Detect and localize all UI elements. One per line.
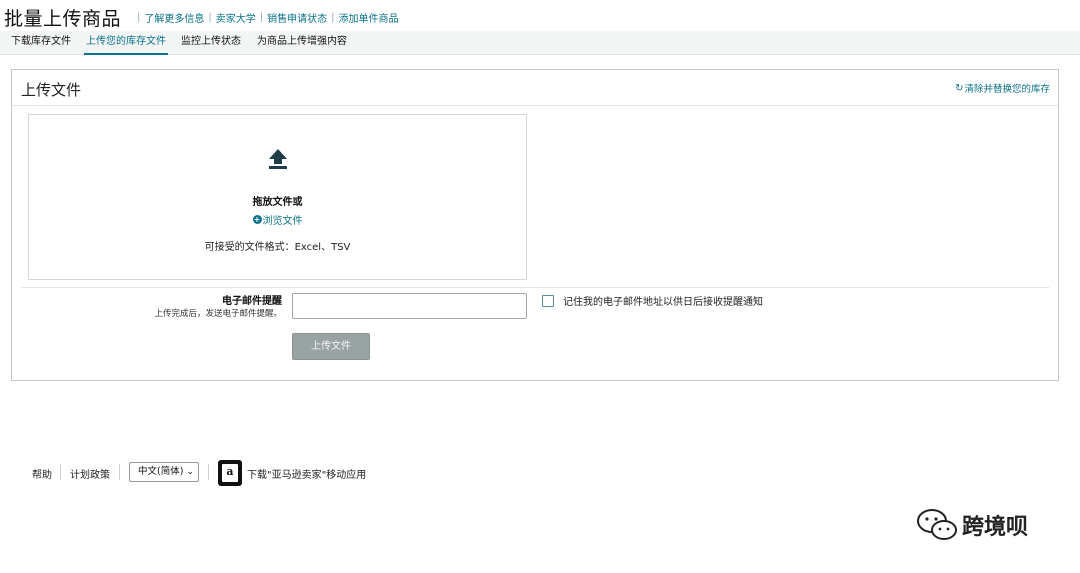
watermark-text: 跨境呗 xyxy=(962,515,1029,540)
clear-and-replace-link[interactable]: ↻ 清除并替换您的库存 xyxy=(955,81,1050,96)
upload-arrow-icon xyxy=(269,149,287,169)
tab-monitor-upload[interactable]: 监控上传状态 xyxy=(179,31,243,55)
link-separator: | xyxy=(137,11,141,23)
watermark: 跨境呗 xyxy=(916,508,1028,542)
checkbox-icon[interactable] xyxy=(542,294,554,307)
footer-separator xyxy=(119,464,120,480)
footer-policy-link[interactable]: 计划政策 xyxy=(70,466,110,481)
link-separator: | xyxy=(208,11,212,23)
drop-file-text: 拖放文件或 xyxy=(252,197,303,208)
download-app-link[interactable]: 下载"亚马逊卖家"移动应用 xyxy=(247,466,366,481)
add-single-product-link[interactable]: 添加单件商品 xyxy=(339,10,399,25)
plus-circle-icon: + xyxy=(252,215,262,224)
email-alert-help: 上传完成后，发送电子邮件提醒。 xyxy=(154,309,282,319)
file-dropzone[interactable]: 拖放文件或 + 浏览文件 可接受的文件格式：Excel、TSV xyxy=(28,114,527,280)
footer: 帮助 计划政策 中文(简体) ⌄ a 下载"亚马逊卖家"移动应用 xyxy=(0,460,1080,488)
seller-university-link[interactable]: 卖家大学 xyxy=(216,10,256,25)
link-separator: | xyxy=(331,11,335,23)
upload-file-card: 上传文件 ↻ 清除并替换您的库存 拖放文件或 + 浏览文件 可接受的文件格式：E… xyxy=(11,69,1059,381)
tab-upload-inventory[interactable]: 上传您的库存文件 xyxy=(84,31,168,55)
tabs-bar: 下载库存文件 上传您的库存文件 监控上传状态 为商品上传增强内容 xyxy=(0,31,1080,55)
accepted-formats-text: 可接受的文件格式：Excel、TSV xyxy=(204,242,351,253)
language-select[interactable]: 中文(简体) ⌄ xyxy=(129,462,199,482)
sales-application-status-link[interactable]: 销售申请状态 xyxy=(267,10,327,25)
header-links: | 了解更多信息 | 卖家大学 | 销售申请状态 | 添加单件商品 xyxy=(133,10,399,25)
tab-download-inventory[interactable]: 下载库存文件 xyxy=(9,31,73,55)
section-divider xyxy=(21,287,1049,288)
amazon-app-icon[interactable]: a xyxy=(218,460,242,486)
tab-enhanced-content[interactable]: 为商品上传增强内容 xyxy=(255,31,349,55)
footer-separator xyxy=(208,464,209,480)
language-select-value: 中文(简体) xyxy=(138,466,184,477)
email-input[interactable] xyxy=(292,293,527,319)
remember-email-option[interactable]: 记住我的电子邮件地址以供日后接收提醒通知 xyxy=(542,293,763,308)
chevron-down-icon: ⌄ xyxy=(186,467,194,477)
footer-help-link[interactable]: 帮助 xyxy=(32,466,52,481)
browse-files-link[interactable]: + 浏览文件 xyxy=(29,212,526,227)
title-bar: 批量上传商品 | 了解更多信息 | 卖家大学 | 销售申请状态 | 添加单件商品 xyxy=(4,4,399,30)
page-title: 批量上传商品 xyxy=(4,7,122,30)
card-title: 上传文件 xyxy=(21,81,82,99)
upload-file-button[interactable]: 上传文件 xyxy=(292,333,370,360)
footer-separator xyxy=(60,464,61,480)
wechat-icon xyxy=(917,509,957,540)
learn-more-link[interactable]: 了解更多信息 xyxy=(144,10,204,25)
remember-email-label: 记住我的电子邮件地址以供日后接收提醒通知 xyxy=(563,297,763,308)
refresh-icon: ↻ xyxy=(955,82,964,94)
browse-files-label: 浏览文件 xyxy=(262,216,303,227)
card-header: 上传文件 ↻ 清除并替换您的库存 xyxy=(12,70,1058,106)
link-separator: | xyxy=(259,11,264,23)
email-alert-label: 电子邮件提醒 xyxy=(222,296,282,307)
clear-and-replace-label: 清除并替换您的库存 xyxy=(964,84,1050,95)
